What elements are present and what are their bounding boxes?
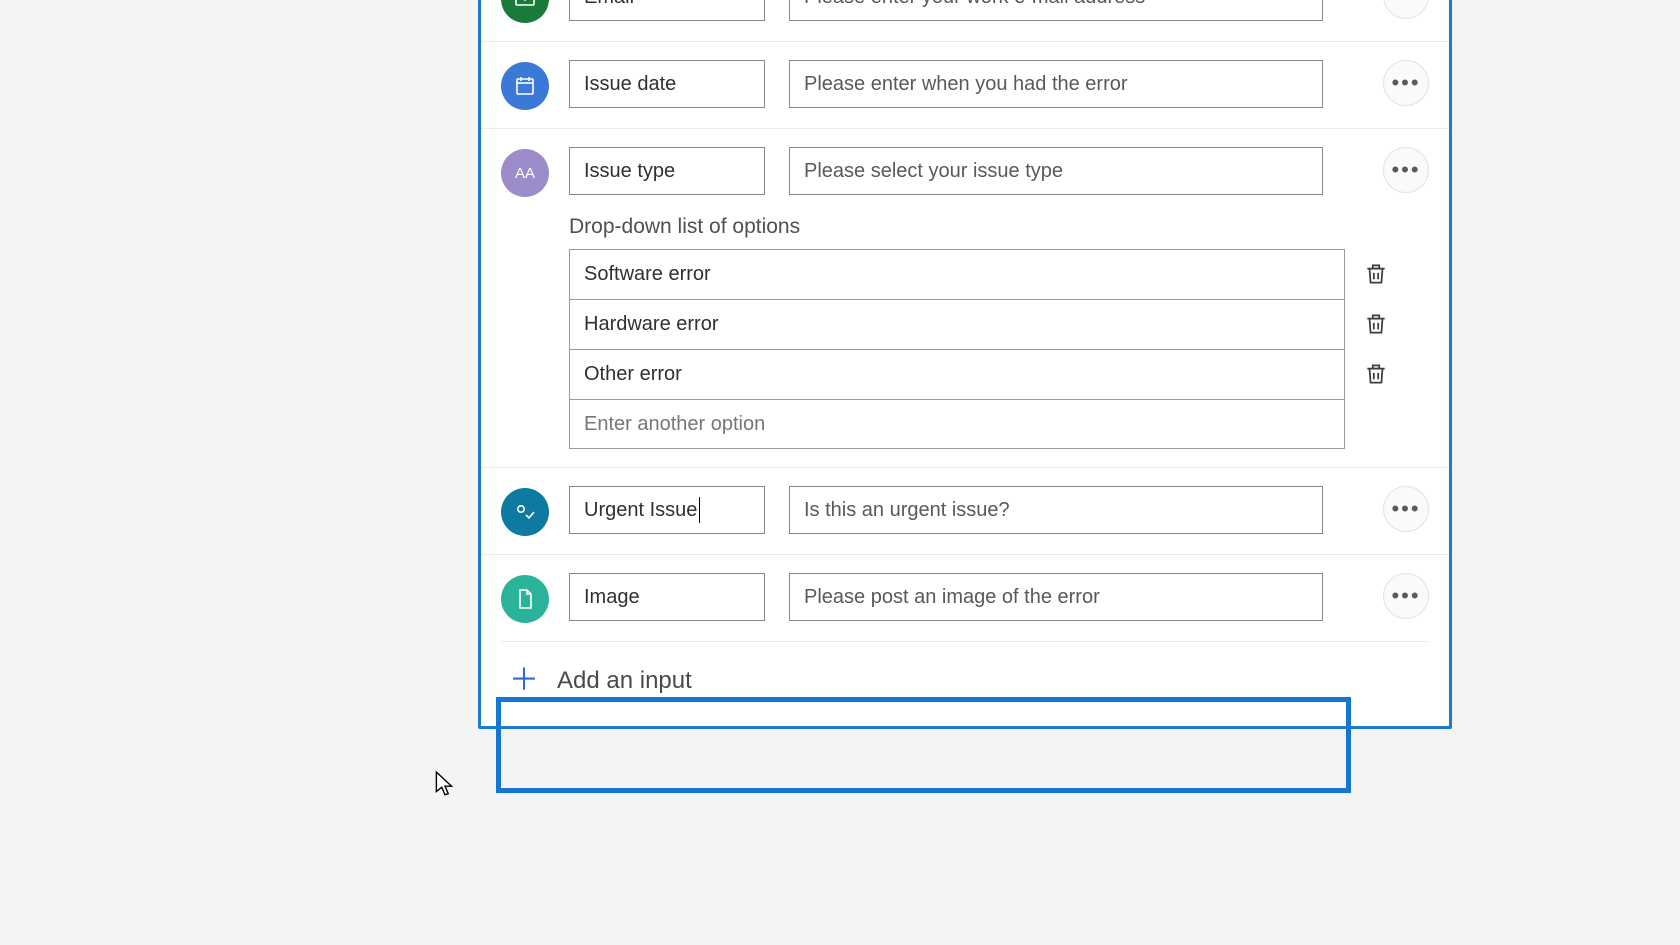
trash-icon[interactable] [1363,259,1389,289]
input-row-image: ••• [481,555,1449,641]
trigger-inputs-card: ••• ••• AA ••• Drop- [478,0,1452,729]
issue-date-desc-input[interactable] [789,60,1323,108]
dropdown-options-block: Drop-down list of options [569,215,1429,449]
issue-type-more-button[interactable]: ••• [1383,147,1429,193]
text-icon: AA [501,149,549,197]
input-row-issue-date: ••• [481,42,1449,129]
email-name-input[interactable] [569,0,765,21]
mouse-cursor-icon [434,770,456,798]
urgent-desc-input[interactable] [789,486,1323,534]
image-name-input[interactable] [569,573,765,621]
input-row-email: ••• [481,0,1449,42]
image-desc-input[interactable] [789,573,1323,621]
calendar-icon [501,62,549,110]
issue-type-name-input[interactable] [569,147,765,195]
file-icon [501,575,549,623]
dropdown-option-input[interactable] [569,249,1345,299]
dropdown-label: Drop-down list of options [569,215,1429,239]
trash-icon[interactable] [1363,359,1389,389]
email-more-button[interactable]: ••• [1383,0,1429,19]
urgent-more-button[interactable]: ••• [1383,486,1429,532]
plus-icon: ＋ [509,666,539,696]
dropdown-new-option-input[interactable] [569,399,1345,449]
urgent-name-input[interactable] [569,486,765,534]
issue-date-name-input[interactable] [569,60,765,108]
email-icon [501,0,549,23]
issue-type-desc-input[interactable] [789,147,1323,195]
yesno-icon [501,488,549,536]
image-more-button[interactable]: ••• [1383,573,1429,619]
add-input-label: Add an input [557,667,692,695]
input-row-issue-type: AA ••• Drop-down list of options [481,129,1449,468]
dropdown-option-input[interactable] [569,349,1345,399]
input-row-urgent: ••• [481,468,1449,555]
issue-date-more-button[interactable]: ••• [1383,60,1429,106]
email-desc-input[interactable] [789,0,1323,21]
add-input-button[interactable]: ＋ Add an input [481,642,1449,696]
dropdown-option-input[interactable] [569,299,1345,349]
trash-icon[interactable] [1363,309,1389,339]
